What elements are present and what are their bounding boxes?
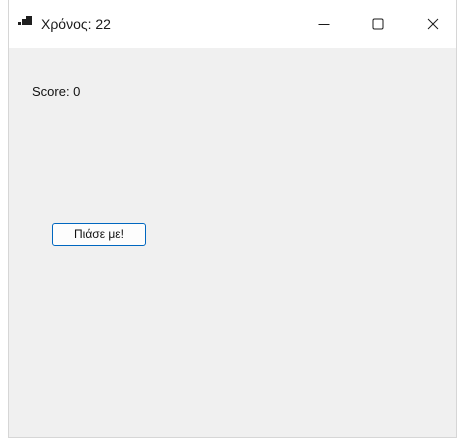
- app-window: Χρόνος: 22 Score: 0 Πιάσε με!: [8, 0, 457, 438]
- app-icon: [18, 16, 32, 30]
- maximize-icon: [372, 18, 384, 30]
- minimize-icon: [318, 24, 330, 25]
- title-bar[interactable]: Χρόνος: 22: [9, 0, 456, 48]
- close-button[interactable]: [410, 0, 456, 48]
- close-icon: [427, 18, 439, 30]
- window-title: Χρόνος: 22: [41, 16, 111, 32]
- minimize-button[interactable]: [301, 0, 347, 48]
- score-label: Score: 0: [32, 84, 81, 99]
- maximize-button[interactable]: [355, 0, 401, 48]
- catch-me-button[interactable]: Πιάσε με!: [52, 223, 146, 246]
